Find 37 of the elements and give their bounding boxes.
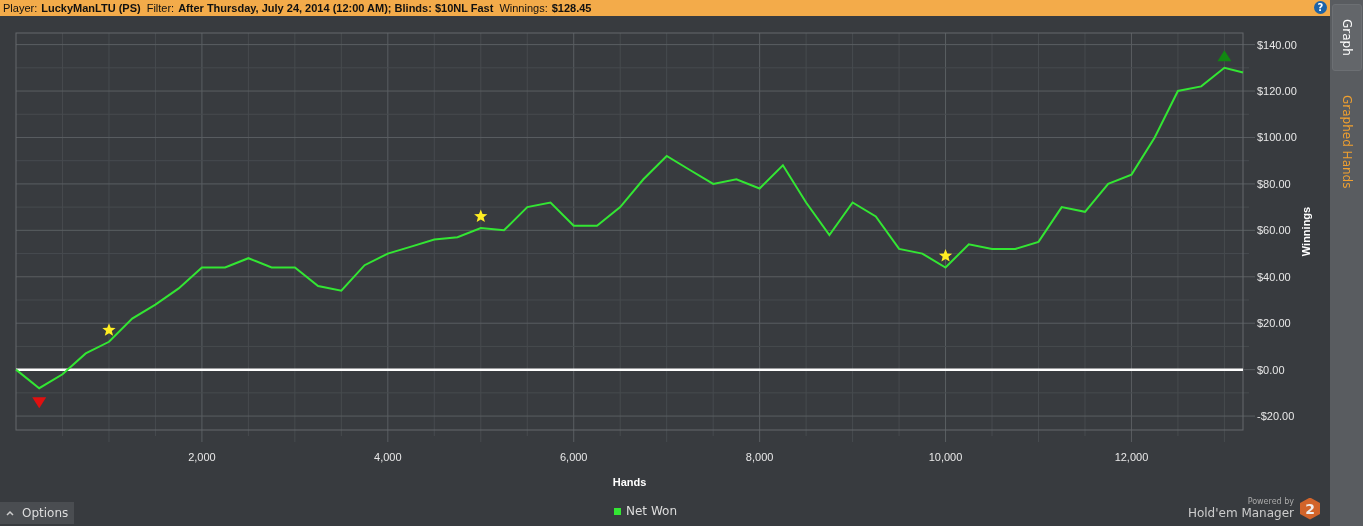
star-marker (474, 209, 488, 223)
y-axis-label: $80.00 (1257, 177, 1291, 190)
y-axis-label: $40.00 (1257, 270, 1291, 283)
high-point-marker (1217, 50, 1232, 62)
field-value: $128.45 (551, 2, 592, 14)
product-name: Hold'em Manager (1187, 506, 1294, 520)
y-axis-label: -$20.00 (1257, 410, 1295, 423)
x-axis-label: 10,000 (928, 451, 963, 463)
star-marker (102, 323, 116, 336)
logo-badge: 2 (1300, 497, 1320, 520)
low-point-marker (32, 397, 47, 409)
sidebar-tab[interactable]: Graphed Hands (1332, 80, 1361, 203)
x-axis-title: Hands (612, 476, 647, 488)
x-axis-label: 6,000 (559, 451, 588, 463)
sidebar-tab[interactable]: Graph (1331, 4, 1362, 71)
y-axis-label: $100.00 (1257, 131, 1297, 144)
y-axis-label: $140.00 (1257, 38, 1297, 51)
y-axis-label: $0.00 (1257, 363, 1285, 376)
field-value: After Thursday, July 24, 2014 (12:00 AM); Blinds: $10NL Fast (178, 2, 494, 14)
y-axis-label: $60.00 (1257, 224, 1291, 237)
field-label: Player: (3, 2, 38, 14)
legend-item: Net Won (614, 504, 677, 518)
x-axis-label: 12,000 (1114, 451, 1149, 463)
help-button[interactable]: ? (1314, 1, 1327, 14)
y-axis-label: $120.00 (1257, 85, 1297, 98)
y-axis-title: Winnings (1300, 206, 1312, 257)
options-button[interactable]: Options (0, 502, 75, 524)
field-label: Winnings: (499, 2, 548, 14)
x-axis-label: 2,000 (188, 451, 216, 463)
y-axis-label: $20.00 (1257, 317, 1291, 330)
field-label: Filter: (146, 2, 175, 14)
field-value: LuckyManLTU (PS) (41, 2, 141, 14)
star-marker (938, 248, 953, 262)
powered-by-text: Powered by (1247, 497, 1294, 506)
chevron-up-icon (6, 510, 14, 516)
x-axis-label: 4,000 (374, 451, 402, 463)
x-axis-label: 8,000 (745, 451, 774, 463)
